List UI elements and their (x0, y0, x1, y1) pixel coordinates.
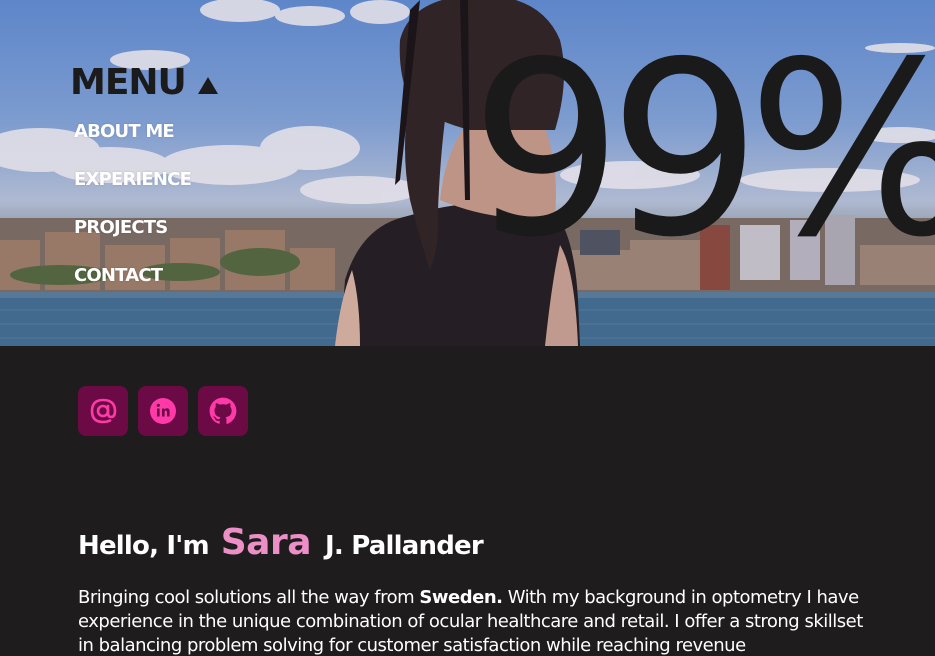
intro-heading: Hello, I'm Sara J. Pallander (78, 522, 484, 563)
github-link-button[interactable] (198, 386, 248, 436)
menu-list: ABOUT ME EXPERIENCE PROJECTS CONTACT (74, 120, 192, 312)
intro-section: Hello, I'm Sara J. Pallander Bringing co… (0, 346, 935, 656)
bio-country: Sweden. (419, 587, 503, 608)
at-sign-icon (90, 398, 117, 424)
greeting-text: Hello, I'm (78, 531, 210, 561)
hero-section: 99% MENU ABOUT ME EXPERIENCE PROJECTS CO… (0, 0, 935, 346)
last-name: J. Pallander (325, 531, 484, 561)
bio-paragraph: Bringing cool solutions all the way from… (78, 586, 878, 656)
email-link-button[interactable] (78, 386, 128, 436)
github-icon (209, 397, 237, 424)
menu-item-experience[interactable]: EXPERIENCE (74, 168, 192, 216)
menu-item-about-me[interactable]: ABOUT ME (74, 120, 191, 168)
social-links (78, 386, 248, 436)
hero-big-stat: 99% (470, 10, 935, 290)
linkedin-icon (150, 398, 176, 424)
bio-text-start: Bringing cool solutions all the way from (78, 587, 420, 608)
page: 99% MENU ABOUT ME EXPERIENCE PROJECTS CO… (0, 0, 935, 656)
caret-up-icon (197, 77, 218, 94)
menu-toggle[interactable]: MENU (70, 62, 218, 103)
menu-item-projects[interactable]: PROJECTS (74, 216, 191, 264)
first-name: Sara (220, 522, 312, 563)
menu-title-label: MENU (70, 62, 187, 103)
linkedin-link-button[interactable] (138, 386, 188, 436)
menu-item-contact[interactable]: CONTACT (74, 264, 191, 312)
